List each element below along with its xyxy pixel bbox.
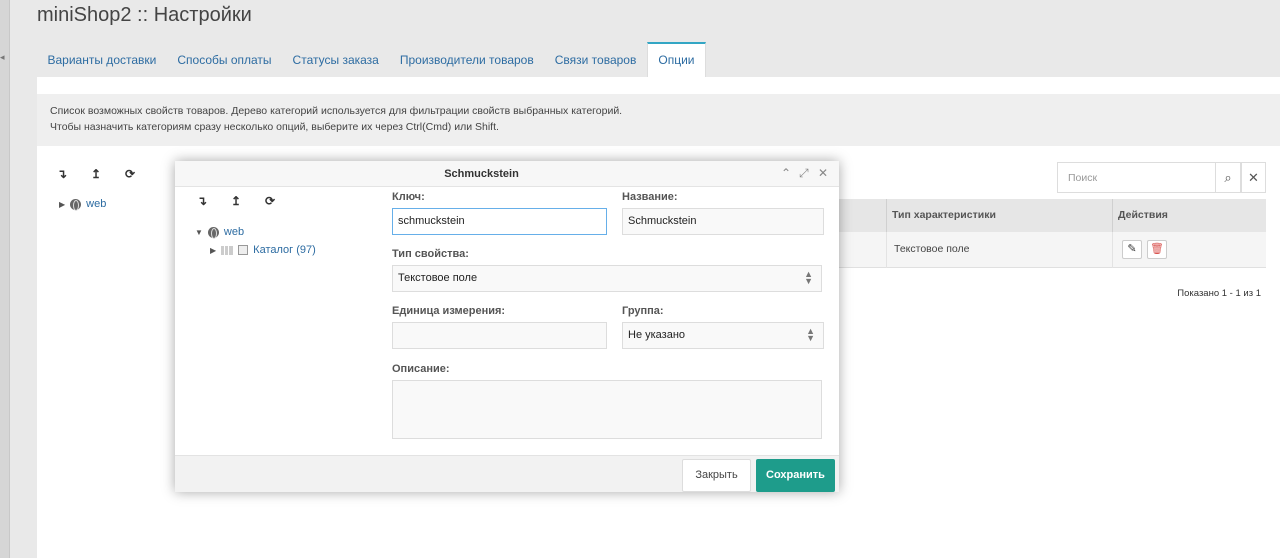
cell-type: Текстовое поле (894, 243, 970, 255)
page-title: miniShop2 :: Настройки (37, 4, 252, 26)
tabs-bar: Варианты доставки Способы оплаты Статусы… (37, 42, 706, 78)
group-value: Не указано (628, 329, 686, 341)
tree-node-web[interactable]: ▶ web (59, 198, 107, 211)
caret-right-icon[interactable]: ▶ (210, 246, 216, 255)
expand-all-icon[interactable]: ↴ (45, 167, 79, 181)
save-button[interactable]: Сохранить (756, 459, 835, 492)
collapse-all-icon[interactable]: ↥ (79, 167, 113, 181)
maximize-icon[interactable]: ⤢ (799, 166, 809, 181)
edit-option-modal: Schmuckstein ⌃ ⤢ ✕ ↴ ↥ ⟳ ▼ web ▶ Каталог… (175, 161, 839, 492)
tab-options[interactable]: Опции (646, 42, 706, 78)
name-label: Название: (622, 191, 678, 203)
trash-icon[interactable]: 🗑 (1147, 240, 1167, 259)
caret-down-icon[interactable]: ▼ (195, 228, 203, 237)
category-icon (221, 245, 234, 255)
modal-tree-node-web[interactable]: ▼ web (195, 226, 245, 239)
tree-checkbox[interactable] (238, 245, 249, 255)
refresh-icon[interactable]: ⟳ (253, 194, 287, 208)
left-rail[interactable]: ◂ (0, 0, 10, 558)
collapse-arrow-icon[interactable]: ◂ (0, 52, 5, 63)
description-label: Описание: (392, 363, 450, 375)
prop-type-value: Текстовое поле (398, 272, 478, 284)
close-button[interactable]: Закрыть (682, 459, 751, 492)
prop-type-label: Тип свойства: (392, 248, 469, 260)
info-box: Список возможных свойств товаров. Дерево… (37, 94, 1280, 146)
modal-tree-node-catalog[interactable]: ▶ Каталог (97) (210, 244, 316, 256)
select-arrows-icon: ▲ ▼ (804, 269, 813, 286)
caret-right-icon[interactable]: ▶ (59, 200, 65, 209)
collapse-icon[interactable]: ⌃ (781, 166, 791, 180)
column-divider (1112, 232, 1113, 268)
group-select[interactable]: Не указано ▲ ▼ (622, 322, 824, 349)
tab-delivery[interactable]: Варианты доставки (37, 42, 167, 78)
modal-header[interactable]: Schmuckstein ⌃ ⤢ ✕ (175, 161, 839, 187)
tree-toolbar: ↴ ↥ ⟳ (45, 167, 147, 181)
edit-icon[interactable]: ✎ (1122, 240, 1142, 259)
tree-node-label: web (86, 198, 107, 210)
column-header-type[interactable]: Тип характеристики (892, 209, 996, 221)
info-line-2: Чтобы назначить категориям сразу несколь… (50, 121, 499, 133)
modal-tree-toolbar: ↴ ↥ ⟳ (185, 194, 287, 208)
tab-order-statuses[interactable]: Статусы заказа (282, 42, 389, 78)
search-icon[interactable]: ⌕ (1215, 162, 1241, 193)
column-divider (886, 199, 887, 232)
select-arrows-icon: ▲ ▼ (806, 326, 815, 343)
key-input[interactable]: schmuckstein (392, 208, 607, 235)
globe-icon (207, 226, 219, 239)
name-input[interactable]: Schmuckstein (622, 208, 824, 235)
close-icon[interactable]: ✕ (818, 166, 828, 180)
info-line-1: Список возможных свойств товаров. Дерево… (50, 105, 623, 117)
globe-icon (70, 198, 82, 211)
clear-search-icon[interactable]: ✕ (1241, 162, 1266, 193)
unit-input[interactable] (392, 322, 607, 349)
group-label: Группа: (622, 305, 664, 317)
collapse-all-icon[interactable]: ↥ (219, 194, 253, 208)
grid-header: Тип характеристики Действия (838, 199, 1266, 232)
modal-title: Schmuckstein (444, 168, 519, 180)
pager-info: Показано 1 - 1 из 1 (1177, 288, 1261, 299)
tree-node-label: Каталог (97) (253, 244, 316, 256)
prop-type-select[interactable]: Текстовое поле ▲ ▼ (392, 265, 822, 292)
tab-payment[interactable]: Способы оплаты (167, 42, 282, 78)
key-label: Ключ: (392, 191, 425, 203)
expand-all-icon[interactable]: ↴ (185, 194, 219, 208)
search-input[interactable]: Поиск (1057, 162, 1216, 193)
unit-label: Единица измерения: (392, 305, 506, 317)
column-header-actions: Действия (1118, 209, 1168, 221)
description-textarea[interactable] (392, 380, 822, 439)
tab-vendors[interactable]: Производители товаров (389, 42, 544, 78)
refresh-icon[interactable]: ⟳ (113, 167, 147, 181)
column-divider (1112, 199, 1113, 232)
column-divider (886, 232, 887, 268)
table-row[interactable]: Текстовое поле ✎ 🗑 (838, 232, 1266, 268)
tree-node-label: web (223, 226, 245, 238)
tab-links[interactable]: Связи товаров (544, 42, 647, 78)
